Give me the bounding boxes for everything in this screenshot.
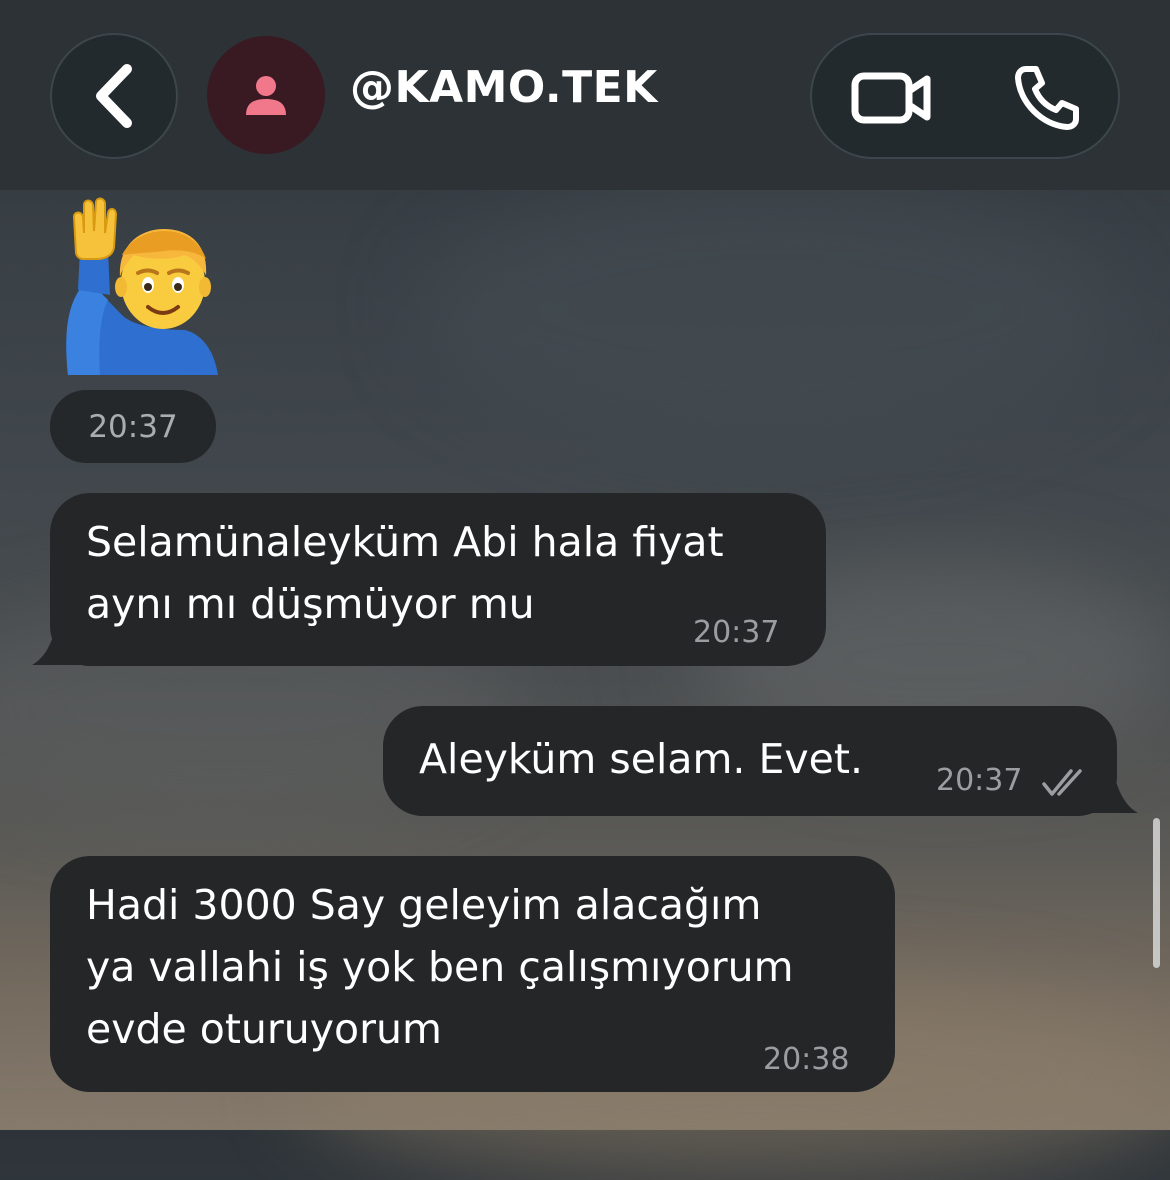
incoming-message[interactable]: Hadi 3000 Say geleyim alacağım ya vallah…	[50, 856, 895, 1092]
message-text: Selamünaleyküm Abi hala fiyat aynı mı dü…	[86, 518, 724, 628]
contact-avatar[interactable]	[207, 36, 325, 154]
back-button[interactable]	[50, 33, 178, 159]
chat-header: @KAMO.TEK	[0, 0, 1170, 190]
video-call-button[interactable]	[842, 63, 942, 133]
message-time: 20:37	[693, 615, 780, 650]
message-time: 20:38	[763, 1042, 850, 1077]
emoji-message[interactable]	[60, 195, 225, 380]
emoji-message-time: 20:37	[50, 390, 216, 463]
contact-name[interactable]: @KAMO.TEK	[350, 62, 658, 113]
phone-icon	[1015, 66, 1079, 130]
call-actions	[810, 33, 1120, 159]
video-camera-icon	[851, 72, 931, 124]
scrollbar[interactable]	[1153, 818, 1160, 968]
double-check-icon	[1042, 769, 1082, 796]
message-text: Aleyküm selam. Evet.	[419, 735, 863, 783]
person-icon	[246, 76, 286, 115]
message-time: 20:37	[936, 763, 1023, 798]
outgoing-message[interactable]: Aleyküm selam. Evet. 20:37	[383, 706, 1117, 816]
message-text: Hadi 3000 Say geleyim alacağım ya vallah…	[86, 881, 794, 1053]
incoming-message[interactable]: Selamünaleyküm Abi hala fiyat aynı mı dü…	[50, 493, 826, 666]
chevron-left-icon	[96, 64, 132, 128]
man-raising-hand-emoji	[66, 197, 218, 375]
voice-call-button[interactable]	[1002, 59, 1092, 137]
